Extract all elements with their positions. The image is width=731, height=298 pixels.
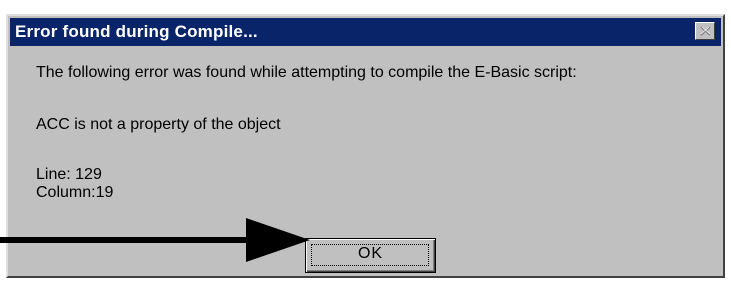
title-bar[interactable]: Error found during Compile... [10,18,721,46]
right-arrow-icon [0,218,310,262]
dialog-title: Error found during Compile... [15,22,258,41]
error-message-intro: The following error was found while atte… [36,64,577,81]
error-location: Line: 129 Column:19 [36,166,113,202]
screenshot-stage: Error found during Compile... The follow… [0,0,731,298]
close-x-icon [700,26,711,36]
close-button[interactable] [695,22,715,40]
ok-button[interactable]: OK [305,238,436,273]
line-number-label: Line: 129 [36,166,102,183]
ok-button-label: OK [357,245,384,262]
error-description: ACC is not a property of the object [36,116,281,133]
column-number-label: Column:19 [36,184,114,201]
